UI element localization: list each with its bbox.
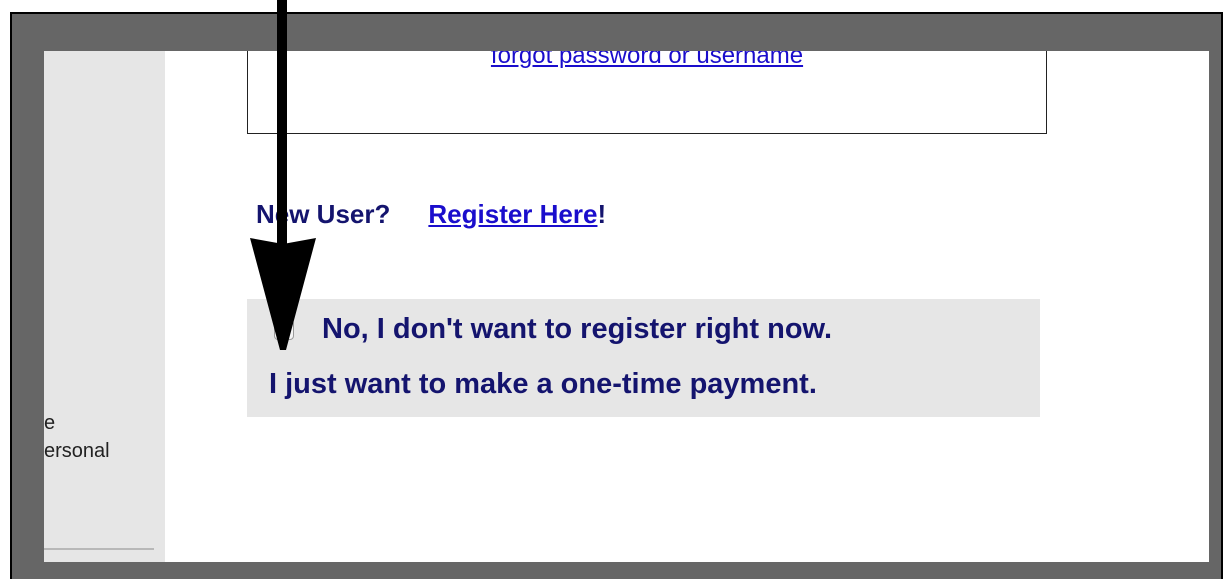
sidebar-clipped-text: e ersonal [44, 412, 110, 462]
login-panel: forgot password or username [247, 51, 1047, 134]
sidebar-divider [44, 548, 154, 550]
grey-frame-right [1209, 14, 1221, 579]
web-page-viewport: e ersonal forgot password or username Ne… [44, 51, 1209, 562]
register-here-link[interactable]: Register Here [428, 199, 597, 229]
no-register-checkbox[interactable] [274, 320, 294, 340]
new-user-label: New User? [256, 199, 391, 229]
guest-option-line-2: I just want to make a one-time payment. [269, 368, 817, 400]
grey-frame-bottom [12, 562, 1221, 579]
new-user-row: New User? Register Here! [256, 199, 606, 230]
screenshot-frame: e ersonal forgot password or username Ne… [0, 0, 1223, 579]
guest-payment-option: No, I don't want to register right now. … [247, 299, 1040, 417]
grey-frame-top [12, 14, 1221, 51]
register-exclamation: ! [597, 199, 607, 229]
grey-frame-left [12, 14, 44, 579]
left-sidebar-column: e ersonal [44, 51, 165, 562]
guest-option-line-1: No, I don't want to register right now. [322, 313, 833, 345]
forgot-password-link[interactable]: forgot password or username [248, 51, 1046, 70]
